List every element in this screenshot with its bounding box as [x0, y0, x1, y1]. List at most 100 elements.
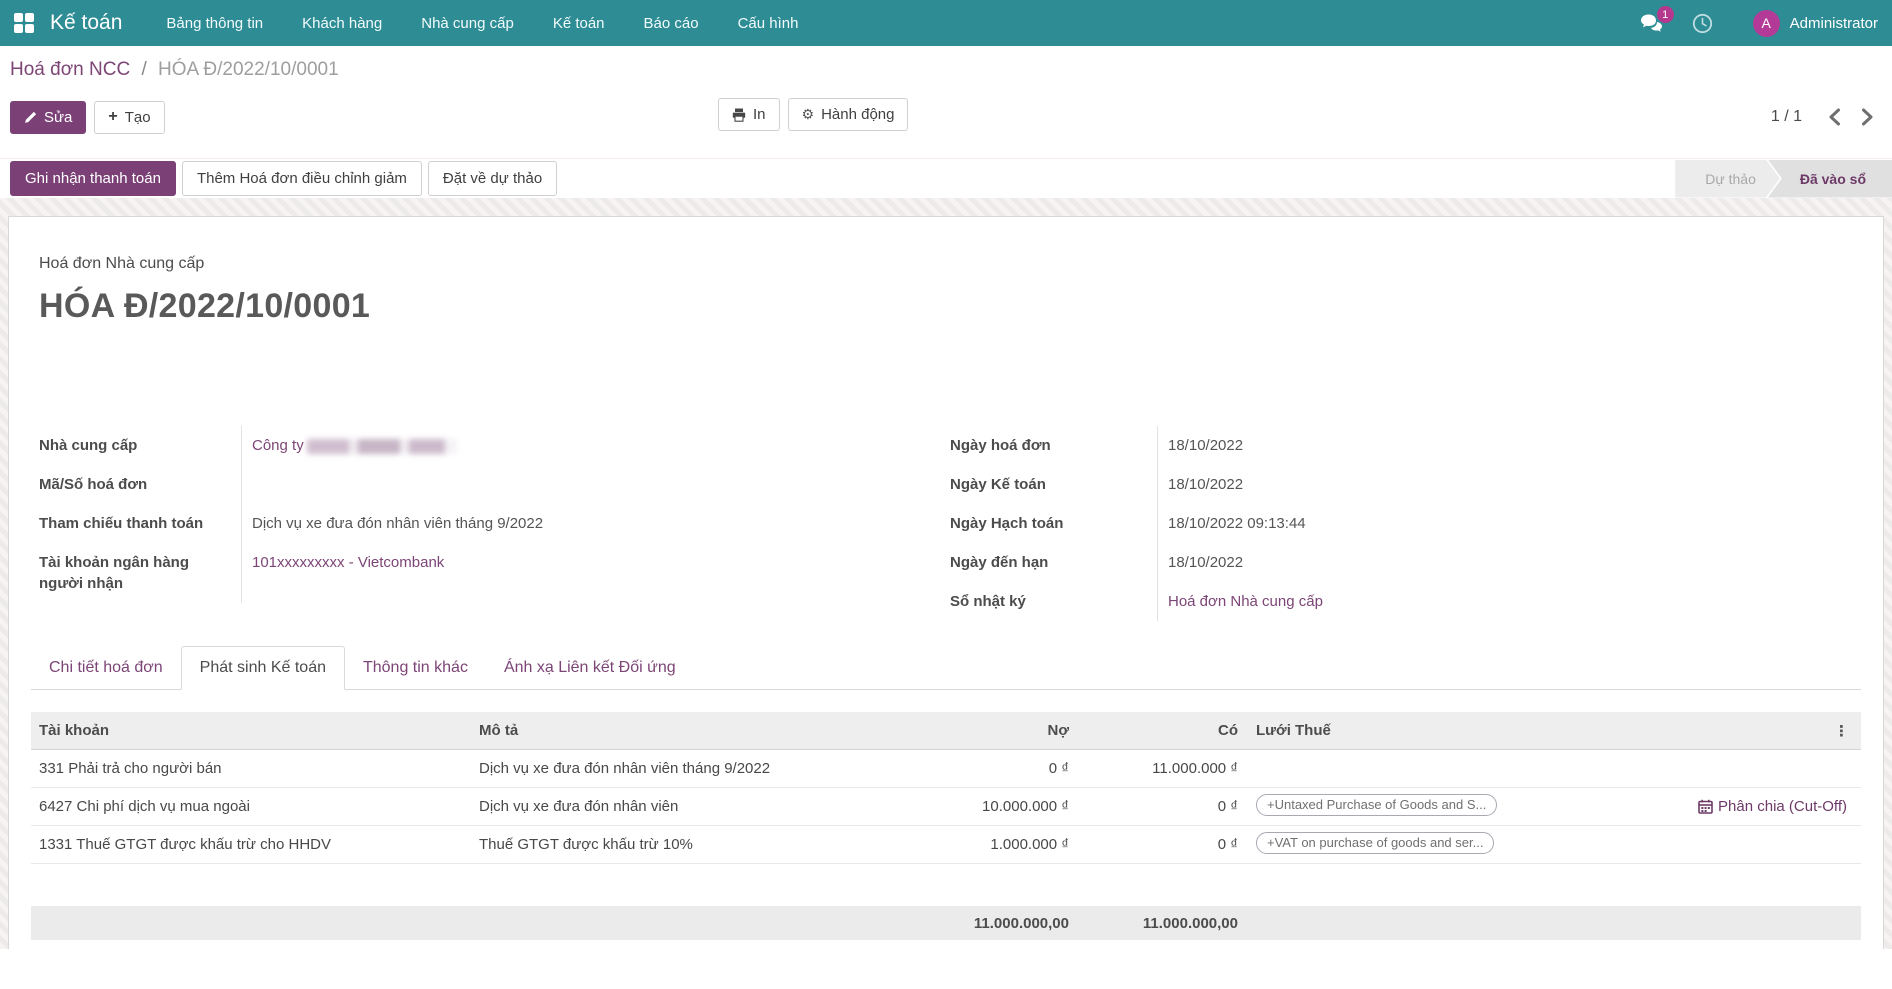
- redacted-vendor-name: [307, 439, 457, 454]
- cell-debit[interactable]: 0 ₫: [913, 760, 1079, 777]
- pager: 1 / 1: [1771, 108, 1882, 126]
- print-button[interactable]: In: [718, 98, 780, 131]
- cell-tax-grid: +VAT on purchase of goods and ser...: [1248, 832, 1656, 858]
- cell-debit[interactable]: 10.000.000 ₫: [913, 798, 1079, 815]
- user-name[interactable]: Administrator: [1790, 15, 1878, 32]
- pager-previous-icon[interactable]: [1828, 108, 1841, 126]
- button-row: Sửa + Tạo In ⚙ Hành động 1 / 1: [10, 98, 1882, 136]
- invoice-date-value[interactable]: 18/10/2022: [1157, 426, 1857, 465]
- printer-icon: [732, 108, 746, 122]
- total-credit: 11.000.000,00: [1079, 915, 1248, 932]
- total-debit: 11.000.000,00: [913, 915, 1079, 932]
- add-credit-note-button[interactable]: Thêm Hoá đơn điều chỉnh giảm: [182, 161, 422, 196]
- vendor-value[interactable]: Công ty: [241, 426, 901, 465]
- pager-next-icon[interactable]: [1861, 108, 1874, 126]
- breadcrumb-parent-link[interactable]: Hoá đơn NCC: [10, 59, 130, 80]
- nav-item-reports[interactable]: Báo cáo: [644, 15, 699, 32]
- due-date-value[interactable]: 18/10/2022: [1157, 543, 1857, 582]
- table-row[interactable]: 6427 Chi phí dịch vụ mua ngoài Dịch vụ x…: [31, 788, 1861, 826]
- posting-date-label: Ngày Hạch toán: [950, 504, 1157, 543]
- tab-other-info[interactable]: Thông tin khác: [345, 647, 486, 689]
- control-panel: Hoá đơn NCC / HÓA Đ/2022/10/0001 Sửa + T…: [0, 46, 1892, 136]
- totals-row: 11.000.000,00 11.000.000,00: [31, 906, 1861, 940]
- header-account[interactable]: Tài khoản: [31, 722, 471, 739]
- nav-item-accounting[interactable]: Kế toán: [553, 15, 605, 32]
- messages-icon[interactable]: 1: [1640, 13, 1664, 33]
- statusbar: Ghi nhận thanh toán Thêm Hoá đơn điều ch…: [0, 158, 1892, 198]
- cell-tax-grid: +Untaxed Purchase of Goods and S...: [1248, 794, 1656, 820]
- column-options-icon[interactable]: ⋮: [1656, 722, 1861, 740]
- nav-item-config[interactable]: Cấu hình: [738, 15, 799, 32]
- activities-clock-icon[interactable]: [1692, 13, 1713, 34]
- field-group-left: Nhà cung cấp Công ty Mã/Số hoá đơn Tham …: [39, 426, 901, 621]
- top-nav: Kế toán Bảng thông tin Khách hàng Nhà cu…: [0, 0, 1892, 46]
- vendor-label: Nhà cung cấp: [39, 426, 241, 465]
- cell-account[interactable]: 6427 Chi phí dịch vụ mua ngoài: [31, 798, 471, 815]
- gear-icon: ⚙: [802, 107, 815, 123]
- nav-left: Kế toán Bảng thông tin Khách hàng Nhà cu…: [14, 11, 798, 35]
- pager-arrows: [1828, 108, 1874, 126]
- cell-account[interactable]: 331 Phải trả cho người bán: [31, 760, 471, 777]
- breadcrumb-separator: /: [141, 59, 146, 80]
- header-description[interactable]: Mô tả: [471, 722, 913, 739]
- cell-account[interactable]: 1331 Thuế GTGT được khấu trừ cho HHDV: [31, 836, 471, 853]
- nav-right: 1 A Administrator: [1640, 10, 1878, 37]
- header-credit[interactable]: Có: [1079, 722, 1248, 739]
- table-row[interactable]: 331 Phải trả cho người bán Dịch vụ xe đư…: [31, 750, 1861, 788]
- notebook-tabs: Chi tiết hoá đơn Phát sinh Kế toán Thông…: [31, 647, 1861, 690]
- cell-description[interactable]: Dịch vụ xe đưa đón nhân viên tháng 9/202…: [471, 760, 913, 777]
- pencil-icon: [24, 111, 37, 124]
- tab-counterpart-mapping[interactable]: Ánh xạ Liên kết Đối ứng: [486, 647, 694, 689]
- tax-grid-tag[interactable]: +Untaxed Purchase of Goods and S...: [1256, 794, 1497, 816]
- recipient-bank-value[interactable]: 101xxxxxxxxx - Vietcombank: [241, 543, 901, 603]
- message-count-badge: 1: [1657, 6, 1674, 23]
- tab-journal-items[interactable]: Phát sinh Kế toán: [181, 646, 345, 690]
- user-avatar[interactable]: A: [1753, 10, 1780, 37]
- cell-credit[interactable]: 11.000.000 ₫: [1079, 760, 1248, 777]
- cutoff-link[interactable]: Phân chia (Cut-Off): [1656, 798, 1861, 815]
- invoice-date-label: Ngày hoá đơn: [950, 426, 1157, 465]
- payment-ref-value[interactable]: Dịch vụ xe đưa đón nhân viên tháng 9/202…: [241, 504, 901, 543]
- field-groups: Nhà cung cấp Công ty Mã/Số hoá đơn Tham …: [31, 426, 1861, 621]
- app-title[interactable]: Kế toán: [50, 11, 122, 35]
- nav-item-vendors[interactable]: Nhà cung cấp: [421, 15, 514, 32]
- field-group-right: Ngày hoá đơn 18/10/2022 Ngày Kế toán 18/…: [950, 426, 1857, 621]
- invoice-number-title: HÓA Đ/2022/10/0001: [31, 287, 1861, 326]
- invoice-ref-label: Mã/Số hoá đơn: [39, 465, 241, 504]
- cell-credit[interactable]: 0 ₫: [1079, 836, 1248, 853]
- invoice-ref-value[interactable]: [241, 465, 901, 504]
- table-row[interactable]: 1331 Thuế GTGT được khấu trừ cho HHDV Th…: [31, 826, 1861, 864]
- cell-description[interactable]: Dịch vụ xe đưa đón nhân viên: [471, 798, 913, 815]
- cell-description[interactable]: Thuế GTGT được khấu trừ 10%: [471, 836, 913, 853]
- tab-invoice-lines[interactable]: Chi tiết hoá đơn: [31, 647, 181, 689]
- accounting-date-value[interactable]: 18/10/2022: [1157, 465, 1857, 504]
- due-date-label: Ngày đến hạn: [950, 543, 1157, 582]
- journal-value[interactable]: Hoá đơn Nhà cung cấp: [1157, 582, 1857, 621]
- nav-menu: Bảng thông tin Khách hàng Nhà cung cấp K…: [166, 15, 798, 32]
- status-step-posted[interactable]: Đã vào sổ: [1768, 160, 1892, 198]
- apps-grid-icon[interactable]: [14, 13, 34, 33]
- cell-debit[interactable]: 1.000.000 ₫: [913, 836, 1079, 853]
- nav-item-dashboard[interactable]: Bảng thông tin: [166, 15, 263, 32]
- header-debit[interactable]: Nợ: [913, 722, 1079, 739]
- register-payment-button[interactable]: Ghi nhận thanh toán: [10, 161, 176, 196]
- create-button[interactable]: + Tạo: [94, 101, 164, 134]
- recipient-bank-label: Tài khoản ngân hàng người nhận: [39, 543, 241, 603]
- cell-credit[interactable]: 0 ₫: [1079, 798, 1248, 815]
- form-background: Hoá đơn Nhà cung cấp HÓA Đ/2022/10/0001 …: [0, 198, 1892, 949]
- reset-to-draft-button[interactable]: Đặt về dự thảo: [428, 161, 557, 196]
- breadcrumb: Hoá đơn NCC / HÓA Đ/2022/10/0001: [10, 58, 1882, 82]
- pager-value: 1 / 1: [1771, 108, 1802, 126]
- breadcrumb-current: HÓA Đ/2022/10/0001: [158, 59, 339, 80]
- edit-button[interactable]: Sửa: [10, 101, 86, 134]
- header-tax-grid[interactable]: Lưới Thuế: [1248, 722, 1656, 739]
- action-button[interactable]: ⚙ Hành động: [788, 98, 909, 131]
- status-step-draft[interactable]: Dự thảo: [1675, 160, 1780, 198]
- accounting-date-label: Ngày Kế toán: [950, 465, 1157, 504]
- posting-date-value[interactable]: 18/10/2022 09:13:44: [1157, 504, 1857, 543]
- nav-item-customers[interactable]: Khách hàng: [302, 15, 382, 32]
- tax-grid-tag[interactable]: +VAT on purchase of goods and ser...: [1256, 832, 1494, 854]
- journal-items-table: Tài khoản Mô tả Nợ Có Lưới Thuế ⋮ 331 Ph…: [31, 712, 1861, 940]
- status-steps: Dự thảo Đã vào sổ: [1675, 160, 1892, 198]
- invoice-sheet: Hoá đơn Nhà cung cấp HÓA Đ/2022/10/0001 …: [8, 216, 1884, 949]
